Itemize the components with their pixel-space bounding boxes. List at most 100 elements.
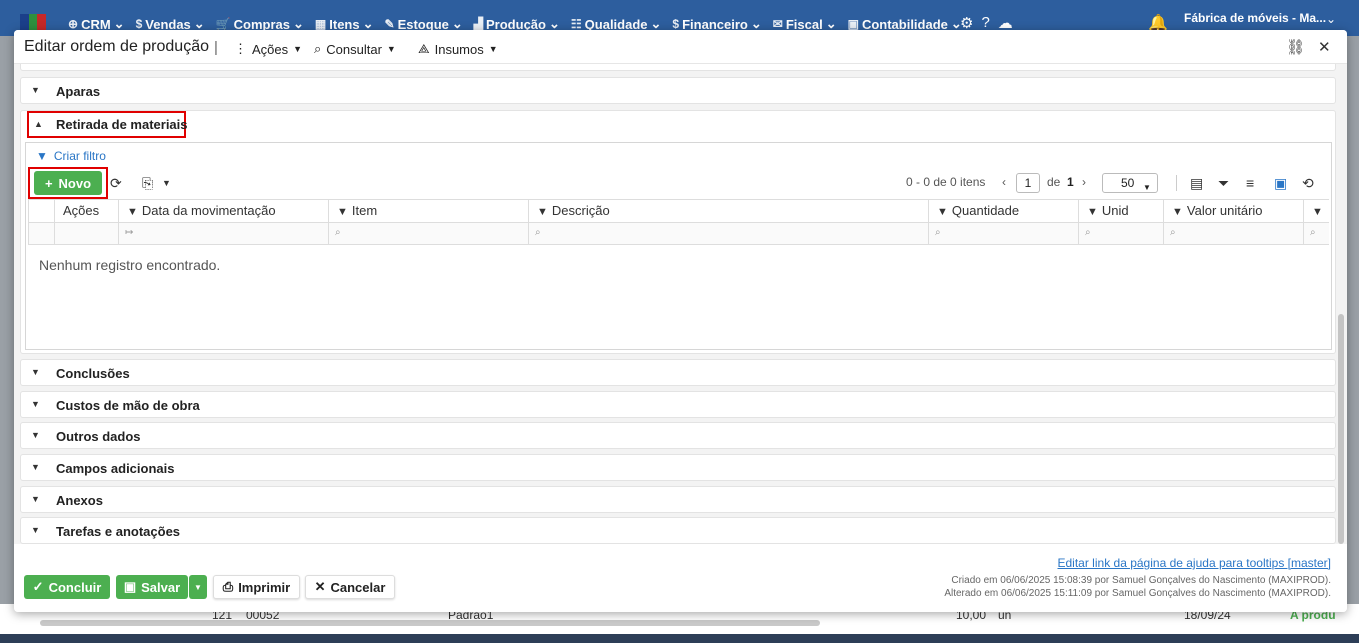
filter-icon[interactable]: ⏷ bbox=[1218, 175, 1229, 192]
grid-filter-row: ↦ ⌕ ⌕ ⌕ ⌕ ⌕ ⌕ bbox=[28, 223, 1329, 245]
column-label: Data da movimentação bbox=[141, 203, 276, 218]
page-size-select[interactable]: 50 ▼ bbox=[1102, 173, 1158, 193]
section-campos-adicionais[interactable]: ▼ Campos adicionais bbox=[20, 454, 1336, 481]
insumos-menu[interactable]: ⟁ Insumos ▼ bbox=[418, 41, 498, 57]
company-selector[interactable]: Fábrica de móveis - Ma... bbox=[1184, 11, 1326, 25]
caret-down-icon: ▼ bbox=[1143, 183, 1151, 192]
column-acoes[interactable]: Ações bbox=[54, 200, 118, 224]
section-tarefas[interactable]: ▼ Tarefas e anotações bbox=[20, 517, 1336, 544]
column-label: Valor unitário bbox=[1186, 203, 1263, 218]
export-icon[interactable]: ⎘ bbox=[142, 175, 153, 192]
section-label: Outros dados bbox=[56, 429, 141, 444]
quantity-filter-input[interactable]: ⌕ bbox=[928, 223, 1078, 245]
item-filter-input[interactable]: ⌕ bbox=[328, 223, 528, 245]
money-bag-icon: $ bbox=[672, 17, 680, 31]
section-partial[interactable] bbox=[20, 64, 1336, 71]
filter-icon[interactable]: ▼ bbox=[337, 206, 348, 218]
section-outros-dados[interactable]: ▼ Outros dados bbox=[20, 422, 1336, 449]
empty-message: Nenhum registro encontrado. bbox=[39, 257, 221, 273]
section-label: Campos adicionais bbox=[56, 461, 175, 476]
refresh-icon[interactable]: ⟳ bbox=[110, 175, 122, 192]
column-more[interactable]: ▼ bbox=[1303, 200, 1329, 224]
filter-icon[interactable]: ▼ bbox=[537, 206, 548, 218]
caret-down-icon: ▼ bbox=[293, 44, 303, 54]
section-retirada-de-materiais: ▲ Retirada de materiais ▼ Criar filtro +… bbox=[20, 110, 1336, 354]
chevron-down-icon[interactable]: ⌄ bbox=[1326, 12, 1336, 26]
search-list-icon: ⌕ bbox=[314, 41, 322, 56]
cancel-label: Cancelar bbox=[330, 579, 386, 595]
column-valor-unitario[interactable]: ▼ Valor unitário bbox=[1163, 200, 1303, 224]
search-icon: ⌕ bbox=[935, 227, 941, 238]
sort-icon[interactable]: ≡ bbox=[1246, 175, 1254, 191]
filter-cell bbox=[54, 223, 118, 245]
acoes-menu[interactable]: ⋮ Ações ▼ bbox=[234, 41, 302, 57]
vertical-scrollbar[interactable] bbox=[1338, 314, 1344, 544]
filter-icon[interactable]: ▼ bbox=[1312, 206, 1323, 218]
column-data[interactable]: ▼ Data da movimentação bbox=[118, 200, 328, 224]
factory-icon: ▟ bbox=[473, 17, 484, 31]
filter-icon[interactable]: ▼ bbox=[1172, 206, 1183, 218]
filter-cell bbox=[28, 223, 54, 245]
section-label: Tarefas e anotações bbox=[56, 524, 181, 539]
column-label: Quantidade bbox=[951, 203, 1020, 218]
column-item[interactable]: ▼ Item bbox=[328, 200, 528, 224]
unit-value-filter-input[interactable]: ⌕ bbox=[1163, 223, 1303, 245]
conclude-button[interactable]: ✓ Concluir bbox=[24, 575, 110, 599]
of-label: de bbox=[1047, 175, 1061, 189]
description-filter-input[interactable]: ⌕ bbox=[528, 223, 928, 245]
page-input[interactable]: 1 bbox=[1016, 173, 1040, 193]
app-footer bbox=[0, 634, 1359, 643]
save-dropdown-button[interactable]: ▼ bbox=[189, 575, 207, 599]
date-range-filter[interactable]: ↦ bbox=[118, 223, 328, 245]
unit-filter-input[interactable]: ⌕ bbox=[1078, 223, 1163, 245]
title-separator: | bbox=[214, 39, 218, 56]
column-descricao[interactable]: ▼ Descrição bbox=[528, 200, 928, 224]
chevron-down-icon: ▼ bbox=[31, 525, 40, 535]
help-link[interactable]: Editar link da página de ajuda para tool… bbox=[1058, 556, 1332, 570]
section-label: Aparas bbox=[56, 84, 101, 99]
close-icon[interactable]: ✕ bbox=[1318, 38, 1331, 56]
create-filter-link[interactable]: ▼ Criar filtro bbox=[36, 149, 106, 163]
section-label[interactable]: Retirada de materiais bbox=[56, 117, 188, 132]
more-vertical-icon: ⋮ bbox=[234, 41, 247, 56]
prev-page-icon[interactable]: ‹ bbox=[1002, 175, 1006, 189]
chevron-up-icon[interactable]: ▲ bbox=[34, 119, 43, 129]
dialog-header: Editar ordem de produção | ⋮ Ações ▼ ⌕ C… bbox=[14, 30, 1347, 64]
filter-icon[interactable]: ▼ bbox=[1087, 206, 1098, 218]
section-label: Anexos bbox=[56, 493, 103, 508]
next-page-icon[interactable]: › bbox=[1082, 175, 1086, 189]
chevron-down-icon: ▼ bbox=[31, 367, 40, 377]
column-quantidade[interactable]: ▼ Quantidade bbox=[928, 200, 1078, 224]
chevron-down-icon: ▼ bbox=[31, 494, 40, 504]
section-aparas[interactable]: ▼ Aparas bbox=[20, 77, 1336, 104]
caret-down-icon[interactable]: ▼ bbox=[162, 178, 171, 188]
section-anexos[interactable]: ▼ Anexos bbox=[20, 486, 1336, 513]
section-conclusoes[interactable]: ▼ Conclusões bbox=[20, 359, 1336, 386]
section-custos[interactable]: ▼ Custos de mão de obra bbox=[20, 391, 1336, 418]
section-label: Custos de mão de obra bbox=[56, 398, 200, 413]
chevron-down-icon: ▼ bbox=[31, 85, 40, 95]
save-layout-icon[interactable]: ▣ bbox=[1274, 175, 1287, 192]
check-icon: ✓ bbox=[32, 579, 44, 594]
pager-summary: 0 - 0 de 0 itens bbox=[906, 175, 986, 189]
date-range-icon: ↦ bbox=[125, 227, 134, 238]
more-filter-input[interactable]: ⌕ bbox=[1303, 223, 1329, 245]
cancel-button[interactable]: ✕ Cancelar bbox=[305, 575, 395, 599]
save-button[interactable]: ▣ Salvar bbox=[116, 575, 188, 599]
dialog-footer: Editar link da página de ajuda para tool… bbox=[14, 544, 1347, 612]
reset-layout-icon[interactable]: ⟲ bbox=[1302, 175, 1314, 192]
chevron-down-icon: ▼ bbox=[31, 399, 40, 409]
filter-icon[interactable]: ▼ bbox=[937, 206, 948, 218]
filter-icon[interactable]: ▼ bbox=[127, 206, 138, 218]
horizontal-scrollbar[interactable] bbox=[40, 620, 820, 626]
crm-icon: ⊕ bbox=[68, 17, 79, 31]
new-button-label: Novo bbox=[58, 175, 92, 191]
column-label: Item bbox=[351, 203, 378, 218]
consultar-menu[interactable]: ⌕ Consultar ▼ bbox=[314, 41, 396, 57]
columns-icon[interactable]: ▤ bbox=[1190, 175, 1203, 192]
link-icon[interactable]: ⛓ bbox=[1286, 38, 1305, 56]
print-button[interactable]: ⎙ Imprimir bbox=[213, 575, 300, 599]
new-button[interactable]: + Novo bbox=[34, 171, 102, 195]
column-unid[interactable]: ▼ Unid bbox=[1078, 200, 1163, 224]
grid-header: Ações ▼ Data da movimentação ▼ Item ▼ Descr… bbox=[28, 199, 1329, 224]
